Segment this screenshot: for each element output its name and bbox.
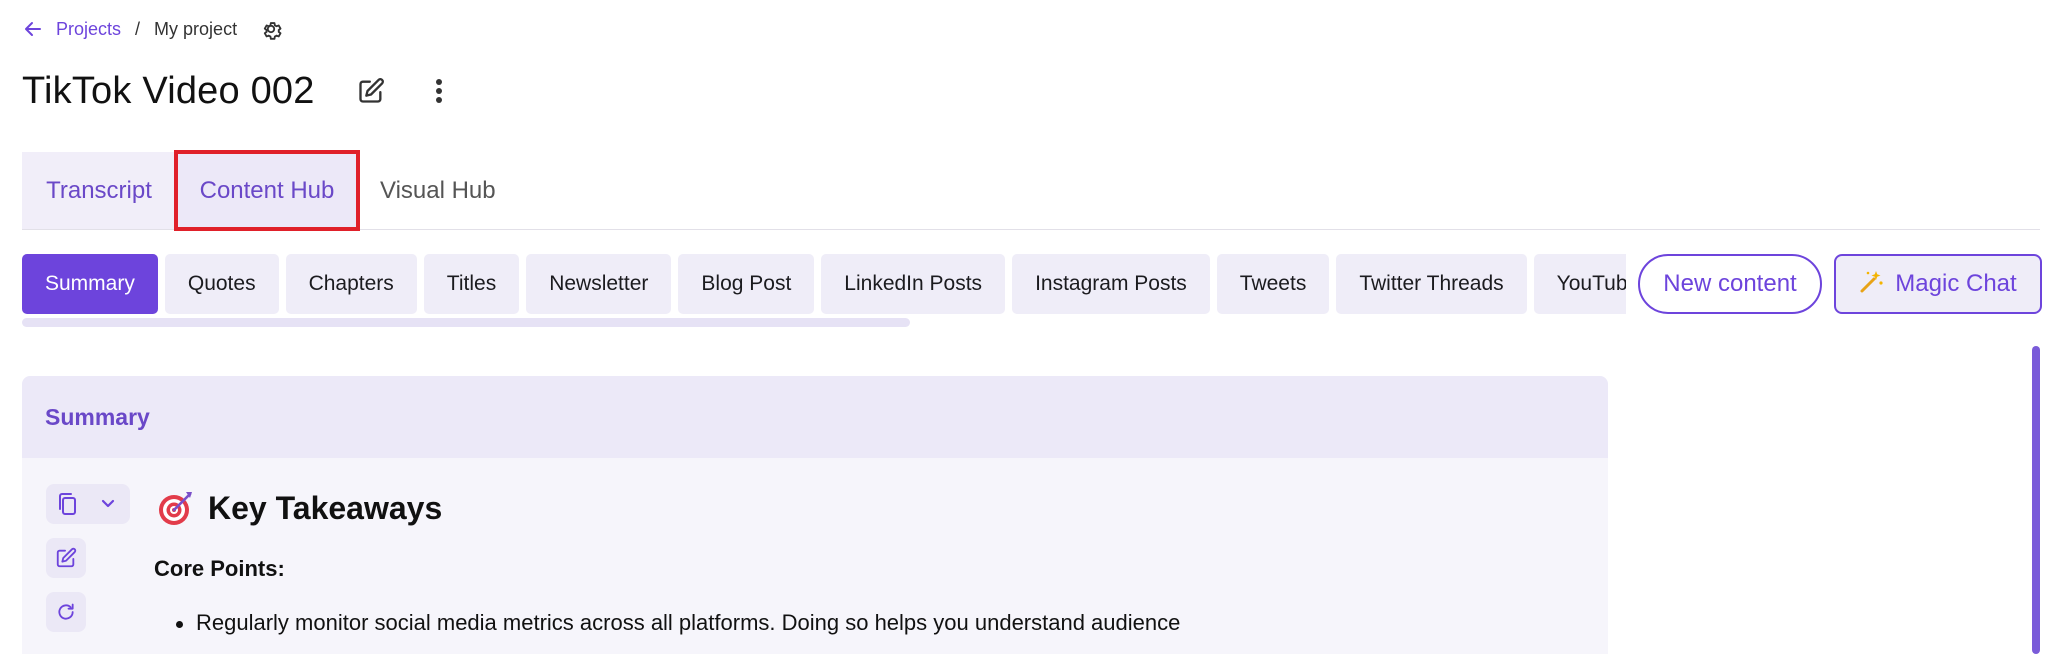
list-item: Regularly monitor social media metrics a…	[176, 608, 1574, 638]
refresh-icon[interactable]	[46, 592, 86, 632]
core-points-label: Core Points:	[154, 556, 285, 581]
summary-card-title: Summary	[45, 403, 150, 430]
edit-icon[interactable]	[353, 73, 389, 109]
magic-wand-icon	[1859, 268, 1885, 301]
breadcrumb-projects-link[interactable]: Projects	[56, 19, 121, 40]
page-scrollbar[interactable]	[2032, 346, 2040, 654]
tab-content-hub[interactable]: Content Hub	[174, 150, 360, 231]
chevron-down-icon[interactable]	[88, 484, 128, 524]
copy-group	[46, 484, 130, 524]
subtab-twitter-threads[interactable]: Twitter Threads	[1336, 254, 1527, 314]
title-row: TikTok Video 002	[22, 64, 457, 118]
subtab-newsletter[interactable]: Newsletter	[526, 254, 672, 314]
card-tools	[46, 484, 132, 632]
summary-card-header: Summary	[22, 376, 1608, 458]
subtab-instagram-posts[interactable]: Instagram Posts	[1012, 254, 1210, 314]
subtab-tweets[interactable]: Tweets	[1216, 254, 1330, 314]
tab-transcript[interactable]: Transcript	[22, 152, 176, 229]
tab-visual-hub[interactable]: Visual Hub	[358, 152, 518, 229]
horizontal-scrollbar[interactable]	[22, 318, 910, 327]
breadcrumb-separator: /	[135, 18, 141, 39]
subtab-youtube[interactable]: YouTube	[1533, 254, 1626, 314]
main-tabs: Transcript Content Hub Visual Hub	[22, 150, 2040, 231]
magic-chat-label: Magic Chat	[1895, 270, 2017, 297]
key-takeaways-heading: Key Takeaways	[154, 484, 1574, 532]
key-takeaways-title: Key Takeaways	[208, 489, 443, 526]
target-icon	[154, 486, 198, 530]
new-content-button[interactable]: New content	[1638, 254, 1822, 314]
copy-icon[interactable]	[46, 484, 88, 524]
core-points-list: Regularly monitor social media metrics a…	[154, 608, 1574, 638]
content-type-tabs: Summary Quotes Chapters Titles Newslette…	[22, 254, 1626, 314]
more-vertical-icon[interactable]	[421, 73, 457, 109]
subtab-chapters[interactable]: Chapters	[285, 254, 417, 314]
gear-icon[interactable]	[259, 17, 283, 41]
arrow-left-icon[interactable]	[22, 18, 44, 40]
magic-chat-button[interactable]: Magic Chat	[1834, 254, 2042, 314]
breadcrumb-current: My project	[154, 18, 238, 39]
edit-icon[interactable]	[46, 538, 86, 578]
subtab-quotes[interactable]: Quotes	[164, 254, 279, 314]
subtab-summary[interactable]: Summary	[22, 254, 158, 314]
subtab-blog-post[interactable]: Blog Post	[678, 254, 815, 314]
breadcrumb: Projects / My project	[22, 14, 283, 44]
page-title: TikTok Video 002	[22, 69, 315, 112]
summary-content: Key Takeaways Core Points: Regularly mon…	[154, 484, 1574, 638]
subtab-linkedin-posts[interactable]: LinkedIn Posts	[821, 254, 1006, 314]
subtab-titles[interactable]: Titles	[423, 254, 520, 314]
